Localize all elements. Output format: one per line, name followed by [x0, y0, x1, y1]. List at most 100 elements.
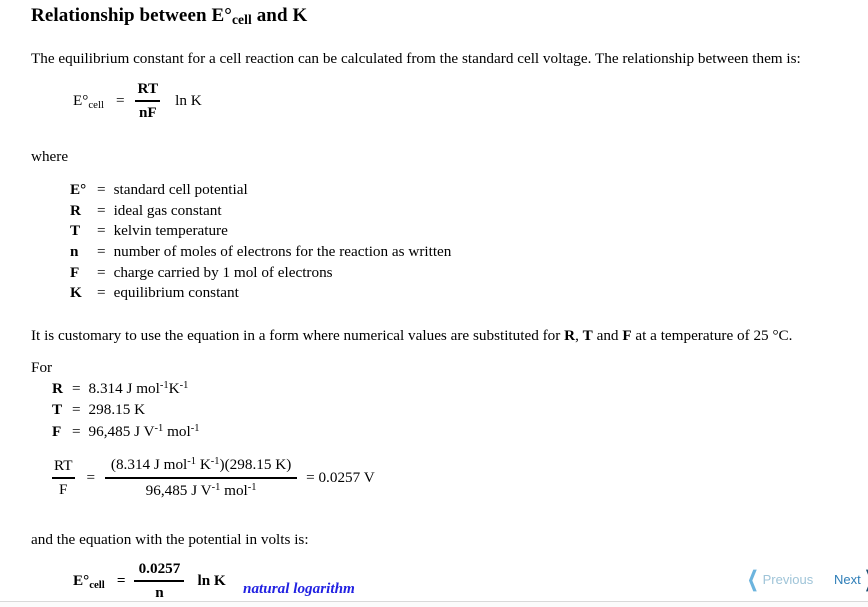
equation-rtf-result-value: 0.0257 V — [318, 468, 375, 486]
values-list: R = 8.314 J mol-1K-1 T = 298.15 K F = 96… — [52, 379, 199, 443]
equation-rtf-rhs-numerator: (8.314 J mol-1 K-1)(298.15 K) — [107, 456, 295, 474]
customary-var-t: T — [582, 327, 593, 344]
definition-equals: = — [97, 284, 106, 302]
value-unit-base: K — [130, 401, 146, 419]
page-title-suffix: and K — [251, 5, 308, 26]
definition-symbol: T — [70, 222, 81, 240]
definition-symbol: E° — [70, 181, 87, 198]
definition-symbol: K — [70, 284, 82, 302]
rtf-den-exponent-1: -1 — [211, 482, 221, 494]
value-equals: = — [71, 380, 81, 397]
definition-meaning: equilibrium constant — [113, 284, 239, 302]
equation-rtf-lhs-fraction-bar — [51, 476, 75, 479]
value-unit-base: mol — [163, 422, 191, 440]
next-button-label: Next — [834, 572, 861, 587]
customary-text-2: at a temperature of 25 °C. — [631, 327, 793, 344]
definition-row: T = kelvin temperature — [70, 221, 451, 242]
definition-equals: = — [97, 181, 106, 198]
page-title-prefix: Relationship between E° — [31, 5, 232, 26]
equation-final-annotation: natural logarithm — [243, 580, 355, 597]
equation-main-denominator: nF — [138, 104, 157, 122]
definition-meaning: charge carried by 1 mol of electrons — [113, 263, 333, 281]
definition-equals: = — [97, 263, 106, 281]
rtf-num-mid: K — [196, 456, 211, 473]
definition-row: n = number of moles of electrons for the… — [70, 242, 451, 263]
rtf-num-open: (8.314 J mol — [110, 456, 188, 473]
equation-final-fraction: 0.0257 n — [134, 560, 185, 602]
rtf-den-text: 96,485 J V — [145, 482, 212, 500]
equation-main-lhs-symbol: E° — [73, 91, 89, 109]
rtf-den-exponent-2: -1 — [247, 482, 257, 494]
value-number: 298.15 — [88, 401, 131, 419]
chevron-right-icon: ❯ — [864, 569, 868, 590]
equation-main: E°cell = RT nF ln K — [73, 80, 202, 122]
equation-rtf-lhs-fraction: RT F — [50, 457, 77, 499]
value-unit-exponent: -1 — [190, 422, 200, 434]
value-unit-exponent: -1 — [179, 380, 189, 391]
equation-main-fraction: RT nF — [134, 80, 163, 122]
for-label: For — [31, 359, 53, 376]
value-row: T = 298.15 K — [52, 400, 199, 421]
definition-meaning: standard cell potential — [113, 181, 248, 198]
customary-sep-1: , — [575, 327, 583, 344]
equation-final-denominator: n — [155, 584, 164, 602]
customary-sep-2: and — [592, 327, 623, 344]
definition-meaning: number of moles of electrons for the rea… — [113, 242, 452, 260]
slide-page: Relationship between E°cell and K The eq… — [0, 0, 868, 607]
equation-rtf-rhs-denominator: 96,485 J V-1 mol-1 — [142, 481, 261, 499]
rtf-den-mid: mol — [220, 482, 248, 500]
customary-text-1: It is customary to use the equation in a… — [31, 327, 565, 344]
equation-final-lhs-symbol: E° — [73, 571, 90, 589]
equation-final-lhs-subscript: cell — [89, 578, 105, 591]
definition-equals: = — [97, 222, 106, 240]
definition-equals: = — [97, 242, 106, 260]
definition-meaning: ideal gas constant — [113, 201, 222, 219]
definition-row: E° = standard cell potential — [70, 180, 451, 201]
value-amount: 298.15 K — [89, 400, 200, 421]
value-unit-base: J V — [130, 422, 155, 440]
and-equation-paragraph: and the equation with the potential in v… — [31, 531, 309, 548]
value-row: R = 8.314 J mol-1K-1 — [52, 379, 199, 400]
definition-list: E° = standard cell potential R = ideal g… — [70, 180, 451, 304]
equation-final-lhs: E°cell — [73, 571, 105, 591]
value-unit-exponent: -1 — [154, 422, 164, 434]
equation-final-trailing: ln K — [197, 571, 226, 589]
definition-equals: = — [97, 201, 106, 219]
equation-main-lhs-subscript: cell — [88, 98, 104, 111]
value-symbol: T — [52, 401, 63, 419]
customary-paragraph: It is customary to use the equation in a… — [31, 326, 792, 345]
definition-symbol: R — [70, 201, 81, 219]
equation-final-fraction-bar — [134, 579, 185, 582]
customary-var-f: F — [622, 327, 632, 344]
rtf-num-exponent-1: -1 — [187, 456, 197, 467]
equation-main-trailing: ln K — [175, 91, 202, 109]
value-unit-base: J mol — [122, 380, 160, 397]
equation-main-fraction-bar — [135, 99, 161, 102]
where-label: where — [31, 148, 69, 165]
value-unit-exponent: -1 — [159, 380, 169, 391]
equation-final-equals: = — [116, 571, 126, 589]
value-symbol: R — [52, 380, 63, 397]
customary-var-r: R — [564, 327, 576, 344]
equation-final-numerator: 0.0257 — [138, 560, 181, 577]
value-equals: = — [71, 422, 81, 440]
page-title: Relationship between E°cell and K — [31, 5, 307, 27]
definition-row: K = equilibrium constant — [70, 283, 451, 304]
value-symbol: F — [52, 422, 62, 440]
equation-rtf-result: = 0.0257 V — [306, 469, 375, 487]
value-row: F = 96,485 J V-1 mol-1 — [52, 422, 199, 443]
value-equals: = — [71, 401, 81, 419]
page-title-subscript: cell — [231, 12, 252, 27]
next-button[interactable]: Next ❯ — [834, 569, 868, 590]
previous-button[interactable]: ❮ Previous — [744, 569, 813, 590]
value-amount: 8.314 J mol-1K-1 — [89, 379, 200, 400]
definition-symbol: n — [70, 242, 79, 260]
definition-symbol: F — [70, 263, 80, 281]
equation-main-equals: = — [115, 91, 125, 109]
value-number: 96,485 — [88, 422, 131, 440]
value-unit-base: K — [168, 380, 180, 397]
equation-rtf-lhs-numerator: RT — [54, 457, 73, 474]
value-number: 8.314 — [88, 380, 123, 397]
footer-strip — [0, 602, 868, 607]
definition-row: R = ideal gas constant — [70, 201, 451, 222]
